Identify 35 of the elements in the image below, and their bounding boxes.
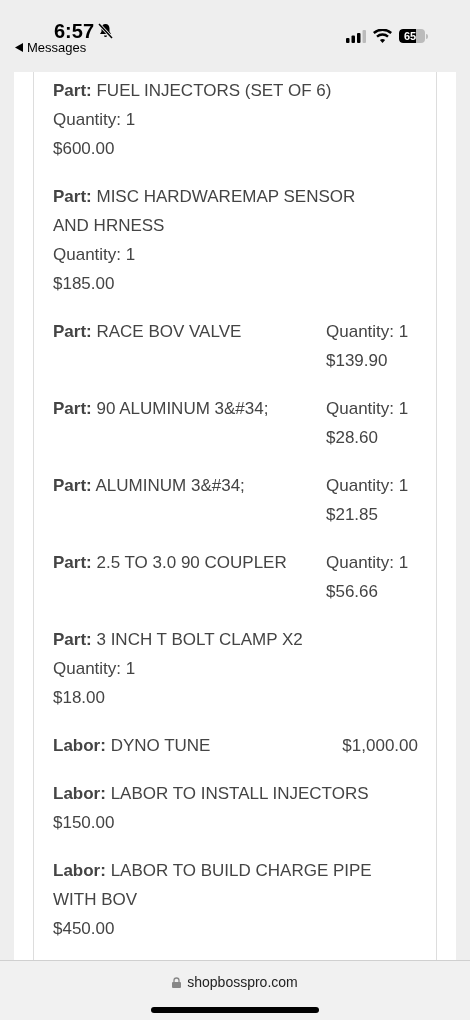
item-name: Part: ALUMINUM 3&#34; bbox=[53, 475, 246, 497]
bell-muted-icon bbox=[98, 23, 114, 39]
url-text: shopbosspro.com bbox=[187, 973, 298, 992]
item-name: Part: RACE BOV VALVE bbox=[53, 321, 243, 343]
battery-level: 65 bbox=[402, 30, 417, 42]
price-text: $150.00 bbox=[53, 812, 116, 834]
price-text: $139.90 bbox=[326, 350, 389, 372]
price-text: $21.85 bbox=[326, 504, 379, 526]
price-text: $185.00 bbox=[53, 273, 116, 295]
wifi-icon bbox=[373, 29, 392, 43]
price-text: $600.00 bbox=[53, 138, 116, 160]
quantity-text: Quantity: 1 bbox=[326, 552, 410, 574]
quantity-text: Quantity: 1 bbox=[326, 475, 410, 497]
lock-icon bbox=[172, 977, 182, 988]
quantity-text: Quantity: 1 bbox=[326, 398, 410, 420]
price-text: $1,000.00 bbox=[342, 735, 418, 757]
item-name: Part: FUEL INJECTORS (SET OF 6) bbox=[53, 80, 333, 102]
address-bar[interactable]: shopbosspro.com bbox=[172, 972, 298, 993]
item-name: Part: MISC HARDWAREMAP SENSOR AND HRNESS bbox=[53, 186, 357, 237]
quantity-text: Quantity: 1 bbox=[53, 244, 137, 266]
back-triangle-icon bbox=[15, 43, 23, 53]
item-name: Labor: LABOR TO BUILD CHARGE PIPE WITH BOV bbox=[53, 860, 373, 911]
item-name: Part: 3 INCH T BOLT CLAMP X2 bbox=[53, 629, 304, 651]
price-text: $450.00 bbox=[53, 918, 116, 940]
signal-icon bbox=[346, 29, 366, 43]
price-text: $56.66 bbox=[326, 581, 379, 603]
quantity-text: Quantity: 1 bbox=[326, 321, 410, 343]
item-name: Labor: LABOR TO INSTALL INJECTORS bbox=[53, 783, 370, 805]
item-name: Labor: DYNO TUNE bbox=[53, 735, 211, 757]
quantity-text: Quantity: 1 bbox=[53, 658, 137, 680]
quantity-text: Quantity: 1 bbox=[53, 109, 137, 131]
price-text: $28.60 bbox=[326, 427, 379, 449]
item-name: Part: 90 ALUMINUM 3&#34; bbox=[53, 398, 270, 420]
price-text: $18.00 bbox=[53, 687, 106, 709]
item-name: Part: 2.5 TO 3.0 90 COUPLER bbox=[53, 552, 288, 574]
